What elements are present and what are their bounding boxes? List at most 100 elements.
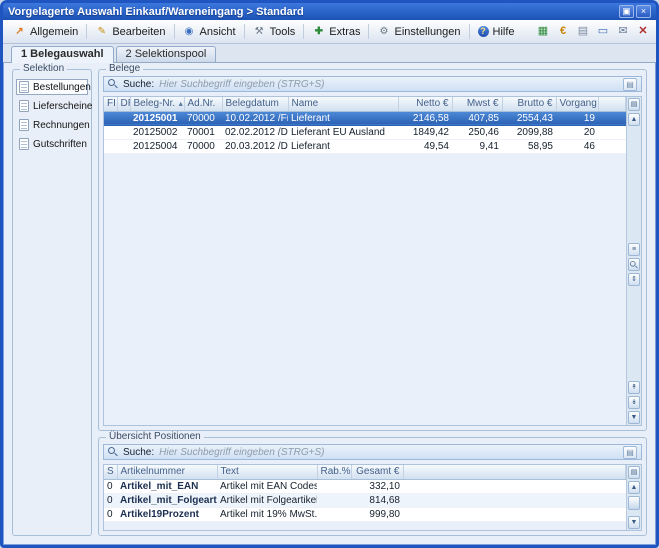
col-name[interactable]: Name	[288, 97, 398, 111]
belege-grid: FI DR Beleg-Nr.▲ Ad.Nr. Belegdatum Name …	[103, 96, 642, 426]
tab-selektionspool[interactable]: 2 Selektionspool	[116, 46, 217, 62]
sort-asc-icon: ▲	[177, 101, 184, 108]
sidebar-item-lieferscheine[interactable]: Lieferscheine	[16, 98, 88, 114]
menu-allgemein[interactable]: ↗ Allgemein	[8, 24, 83, 40]
tools-icon: ⚒	[253, 26, 266, 37]
toolbar-separator	[303, 24, 304, 39]
scroll-up-icon[interactable]: ▲	[628, 481, 640, 494]
search-options-button[interactable]: ▤	[623, 78, 637, 91]
table-row[interactable]: 20125001 70000 10.02.2012 /Fr Lieferant …	[104, 111, 626, 125]
search-label: Suche:	[123, 79, 154, 90]
document-icon	[19, 81, 29, 93]
table-row[interactable]: 0 Artikel_mit_EAN Artikel mit EAN Codes …	[104, 479, 626, 493]
sidebar-item-label: Bestellungen	[33, 82, 91, 93]
positionen-scrollbar[interactable]: ▤ ▲ ▼	[626, 465, 641, 530]
belege-grid-area: FI DR Beleg-Nr.▲ Ad.Nr. Belegdatum Name …	[104, 97, 626, 425]
menu-hilfe-label: Hilfe	[493, 26, 515, 38]
scrollbar-thumb[interactable]	[628, 496, 640, 510]
col-filler	[403, 465, 626, 479]
menu-tools[interactable]: ⚒ Tools	[248, 24, 301, 40]
col-ad-nr[interactable]: Ad.Nr.	[184, 97, 222, 111]
currency-icon[interactable]: €	[555, 24, 571, 39]
toolbar-right-icons: ▦ € ▤ ▭ ✉ ✕	[535, 24, 651, 39]
menu-ansicht-label: Ansicht	[200, 26, 236, 38]
exit-icon[interactable]: ✕	[635, 24, 651, 39]
package-icon[interactable]: ▦	[535, 24, 551, 39]
sidebar-item-gutschriften[interactable]: Gutschriften	[16, 136, 88, 152]
belege-header-row: FI DR Beleg-Nr.▲ Ad.Nr. Belegdatum Name …	[104, 97, 626, 111]
menu-tools-label: Tools	[270, 26, 296, 38]
sidebar-item-label: Lieferscheine	[33, 101, 92, 112]
scroll-to-top-icon[interactable]: ↟	[628, 381, 640, 394]
mail-icon[interactable]: ✉	[615, 24, 631, 39]
col-artikelnummer[interactable]: Artikelnummer	[117, 465, 217, 479]
belege-title: Belege	[106, 63, 143, 74]
menu-einstellungen[interactable]: ⚙ Einstellungen	[372, 24, 465, 40]
search-icon	[108, 447, 118, 457]
search-icon	[108, 79, 118, 89]
pencil-icon: ✎	[95, 26, 108, 37]
scroll-down-icon[interactable]: ▼	[628, 411, 640, 424]
sidebar-item-label: Rechnungen	[33, 120, 90, 131]
menu-bearbeiten-label: Bearbeiten	[112, 26, 165, 38]
table-row[interactable]: 20125002 70001 02.02.2012 /Do Lieferant …	[104, 125, 626, 139]
document-icon[interactable]: ▤	[575, 24, 591, 39]
updown-icon[interactable]: ⇕	[628, 273, 640, 286]
toolbar-separator	[174, 24, 175, 39]
selektion-title: Selektion	[20, 63, 67, 74]
col-brutto[interactable]: Brutto €	[502, 97, 556, 111]
col-filler	[598, 97, 626, 111]
menu-hilfe[interactable]: ? Hilfe	[473, 24, 520, 40]
document-icon	[19, 100, 29, 112]
content-area: Selektion Bestellungen Lieferscheine Rec…	[6, 65, 653, 542]
table-row[interactable]: 0 Artikel19Prozent Artikel mit 19% MwSt.…	[104, 507, 626, 521]
col-mwst[interactable]: Mwst €	[452, 97, 502, 111]
gear-icon: ⚙	[377, 26, 390, 37]
monitor-icon[interactable]: ▭	[595, 24, 611, 39]
search-placeholder: Hier Suchbegriff eingeben (STRG+S)	[159, 79, 324, 90]
magnifier-icon[interactable]	[628, 258, 640, 271]
table-row[interactable]: 0 Artikel_mit_Folgeartikel Artikel mit F…	[104, 493, 626, 507]
belege-search-input[interactable]: Suche: Hier Suchbegriff eingeben (STRG+S…	[103, 76, 642, 92]
scroll-down-icon[interactable]: ▼	[628, 516, 640, 529]
close-button[interactable]: ×	[636, 5, 651, 18]
menu-ansicht[interactable]: ◉ Ansicht	[178, 24, 241, 40]
menu-allgemein-label: Allgemein	[30, 26, 78, 38]
col-text[interactable]: Text	[217, 465, 317, 479]
tabstrip: 1 Belegauswahl 2 Selektionspool	[3, 44, 656, 63]
column-chooser-icon[interactable]: ▤	[628, 98, 640, 111]
scroll-up-icon[interactable]: ▲	[628, 113, 640, 126]
col-vorgang[interactable]: Vorgang	[556, 97, 598, 111]
selektion-groupbox: Selektion Bestellungen Lieferscheine Rec…	[12, 69, 92, 536]
tab-belegauswahl[interactable]: 1 Belegauswahl	[11, 46, 114, 63]
col-belegdatum[interactable]: Belegdatum	[222, 97, 288, 111]
sidebar-item-rechnungen[interactable]: Rechnungen	[16, 117, 88, 133]
col-gesamt[interactable]: Gesamt €	[351, 465, 403, 479]
restore-button[interactable]: ▣	[619, 5, 634, 18]
document-icon	[19, 119, 29, 131]
titlebar[interactable]: Vorgelagerte Auswahl Einkauf/Wareneingan…	[3, 3, 656, 20]
positionen-groupbox: Übersicht Positionen Suche: Hier Suchbeg…	[98, 437, 647, 536]
col-netto[interactable]: Netto €	[398, 97, 452, 111]
search-options-button[interactable]: ▤	[623, 446, 637, 459]
help-icon: ?	[478, 26, 489, 37]
positionen-title: Übersicht Positionen	[106, 431, 204, 442]
menu-extras[interactable]: ✚ Extras	[307, 24, 365, 40]
col-beleg-nr[interactable]: Beleg-Nr.▲	[130, 97, 184, 111]
positionen-search-input[interactable]: Suche: Hier Suchbegriff eingeben (STRG+S…	[103, 444, 642, 460]
col-fi[interactable]: FI	[104, 97, 117, 111]
toolbar-separator	[244, 24, 245, 39]
positionen-header-row: S Artikelnummer Text Rab.% Gesamt €	[104, 465, 626, 479]
col-dr[interactable]: DR	[117, 97, 130, 111]
col-s[interactable]: S	[104, 465, 117, 479]
col-rab[interactable]: Rab.%	[317, 465, 351, 479]
belege-scrollbar[interactable]: ▤ ▲ ≡ ⇕ ↟ ↡ ▼	[626, 97, 641, 425]
menu-extras-label: Extras	[329, 26, 360, 38]
positionen-grid-area: S Artikelnummer Text Rab.% Gesamt € 0	[104, 465, 626, 530]
table-row[interactable]: 20125004 70000 20.03.2012 /Di Lieferant …	[104, 139, 626, 153]
list-icon[interactable]: ≡	[628, 243, 640, 256]
scroll-to-bottom-icon[interactable]: ↡	[628, 396, 640, 409]
menu-bearbeiten[interactable]: ✎ Bearbeiten	[90, 24, 170, 40]
column-chooser-icon[interactable]: ▤	[628, 466, 640, 479]
sidebar-item-bestellungen[interactable]: Bestellungen	[16, 79, 88, 95]
